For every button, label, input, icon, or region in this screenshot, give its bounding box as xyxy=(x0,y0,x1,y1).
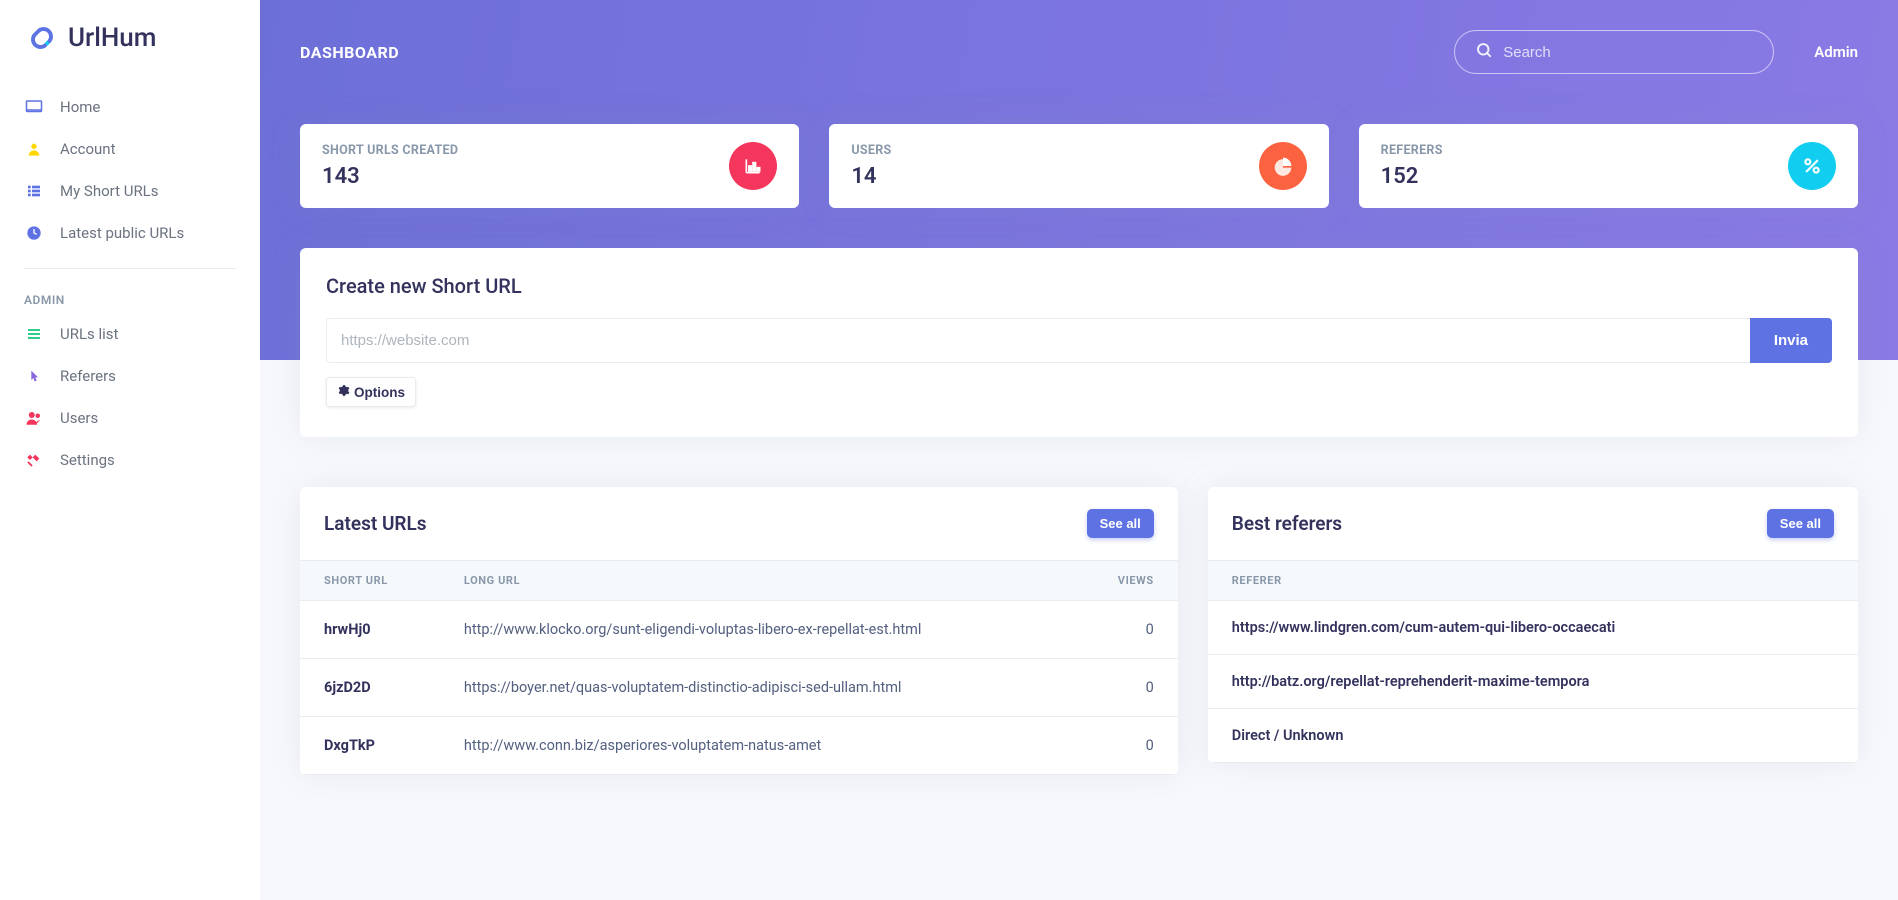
logo[interactable]: UrlHum xyxy=(24,20,236,56)
submit-button[interactable]: Invia xyxy=(1750,318,1832,363)
sidebar-item-label: Referers xyxy=(60,367,116,385)
monitor-icon xyxy=(24,98,44,116)
long-url[interactable]: http://www.conn.biz/asperiores-voluptate… xyxy=(440,717,1073,775)
options-button[interactable]: Options xyxy=(326,377,416,407)
create-url-panel: Create new Short URL Invia Options xyxy=(300,248,1858,437)
sidebar-item-label: URLs list xyxy=(60,325,118,343)
best-referers-card: Best referers See all REFERER https://ww… xyxy=(1208,487,1858,763)
see-all-button[interactable]: See all xyxy=(1767,509,1834,538)
admin-heading: ADMIN xyxy=(24,283,236,313)
stat-value: 14 xyxy=(851,164,891,189)
referers-table: REFERER xyxy=(1208,560,1858,601)
table-row: 6jzD2D https://boyer.net/quas-voluptatem… xyxy=(300,659,1178,717)
stat-card-short-urls: SHORT URLS CREATED 143 xyxy=(300,124,799,208)
col-views: VIEWS xyxy=(1073,561,1178,601)
create-title: Create new Short URL xyxy=(326,274,1832,298)
users-icon xyxy=(24,409,44,427)
search-field[interactable] xyxy=(1454,30,1774,74)
chart-icon xyxy=(729,142,777,190)
sidebar-item-home[interactable]: Home xyxy=(24,86,236,128)
stat-value: 152 xyxy=(1381,164,1443,189)
sidebar-item-label: My Short URLs xyxy=(60,182,159,200)
divider xyxy=(24,268,236,269)
search-input[interactable] xyxy=(1503,44,1753,61)
sidebar-item-label: Settings xyxy=(60,451,115,469)
col-short: SHORT URL xyxy=(300,561,440,601)
stat-card-referers: REFERERS 152 xyxy=(1359,124,1858,208)
sidebar-item-label: Latest public URLs xyxy=(60,224,184,242)
menu-icon xyxy=(24,326,44,342)
stats-row: SHORT URLS CREATED 143 USERS 14 xyxy=(300,124,1858,208)
views: 0 xyxy=(1073,659,1178,717)
table-row: hrwHj0 http://www.klocko.org/sunt-eligen… xyxy=(300,601,1178,659)
topbar: DASHBOARD Admin xyxy=(300,0,1858,74)
sidebar-item-label: Users xyxy=(60,409,98,427)
list-icon xyxy=(24,183,44,199)
stat-value: 143 xyxy=(322,164,458,189)
sidebar-item-latest-public-urls[interactable]: Latest public URLs xyxy=(24,212,236,254)
col-long: LONG URL xyxy=(440,561,1073,601)
col-referer: REFERER xyxy=(1208,561,1858,601)
referers-title: Best referers xyxy=(1232,512,1342,535)
gear-icon xyxy=(337,384,350,400)
referer-row[interactable]: Direct / Unknown xyxy=(1208,709,1858,763)
sidebar-item-urls-list[interactable]: URLs list xyxy=(24,313,236,355)
table-row: DxgTkP http://www.conn.biz/asperiores-vo… xyxy=(300,717,1178,775)
sidebar-item-label: Home xyxy=(60,98,100,116)
views: 0 xyxy=(1073,601,1178,659)
short-url[interactable]: 6jzD2D xyxy=(300,659,440,717)
long-url[interactable]: http://www.klocko.org/sunt-eligendi-volu… xyxy=(440,601,1073,659)
page-title: DASHBOARD xyxy=(300,43,399,62)
stat-label: SHORT URLS CREATED xyxy=(322,143,458,158)
referer-row[interactable]: https://www.lindgren.com/cum-autem-qui-l… xyxy=(1208,601,1858,655)
main: DASHBOARD Admin SHORT URLS CREATED xyxy=(260,0,1898,900)
tools-icon xyxy=(24,452,44,468)
long-url[interactable]: https://boyer.net/quas-voluptatem-distin… xyxy=(440,659,1073,717)
latest-urls-card: Latest URLs See all SHORT URL LONG URL V… xyxy=(300,487,1178,775)
stat-card-users: USERS 14 xyxy=(829,124,1328,208)
views: 0 xyxy=(1073,717,1178,775)
clock-icon xyxy=(24,225,44,241)
search-icon xyxy=(1475,41,1493,63)
latest-urls-table: SHORT URL LONG URL VIEWS hrwHj0 http://w… xyxy=(300,560,1178,775)
stat-label: REFERERS xyxy=(1381,143,1443,158)
user-icon xyxy=(24,141,44,157)
see-all-button[interactable]: See all xyxy=(1087,509,1154,538)
brand-name: UrlHum xyxy=(68,23,156,53)
referer-row[interactable]: http://batz.org/repellat-reprehenderit-m… xyxy=(1208,655,1858,709)
logo-icon xyxy=(24,20,60,56)
sidebar-item-my-short-urls[interactable]: My Short URLs xyxy=(24,170,236,212)
pie-icon xyxy=(1259,142,1307,190)
short-url[interactable]: DxgTkP xyxy=(300,717,440,775)
pointer-icon xyxy=(24,368,44,384)
options-label: Options xyxy=(354,385,405,400)
user-menu[interactable]: Admin xyxy=(1814,43,1858,61)
stat-label: USERS xyxy=(851,143,891,158)
sidebar-item-account[interactable]: Account xyxy=(24,128,236,170)
percent-icon xyxy=(1788,142,1836,190)
sidebar: UrlHum Home Account My Short URLs Latest… xyxy=(0,0,260,900)
url-input[interactable] xyxy=(326,318,1750,363)
sidebar-item-users[interactable]: Users xyxy=(24,397,236,439)
latest-title: Latest URLs xyxy=(324,512,427,535)
short-url[interactable]: hrwHj0 xyxy=(300,601,440,659)
sidebar-item-settings[interactable]: Settings xyxy=(24,439,236,481)
sidebar-item-referers[interactable]: Referers xyxy=(24,355,236,397)
sidebar-item-label: Account xyxy=(60,140,116,158)
